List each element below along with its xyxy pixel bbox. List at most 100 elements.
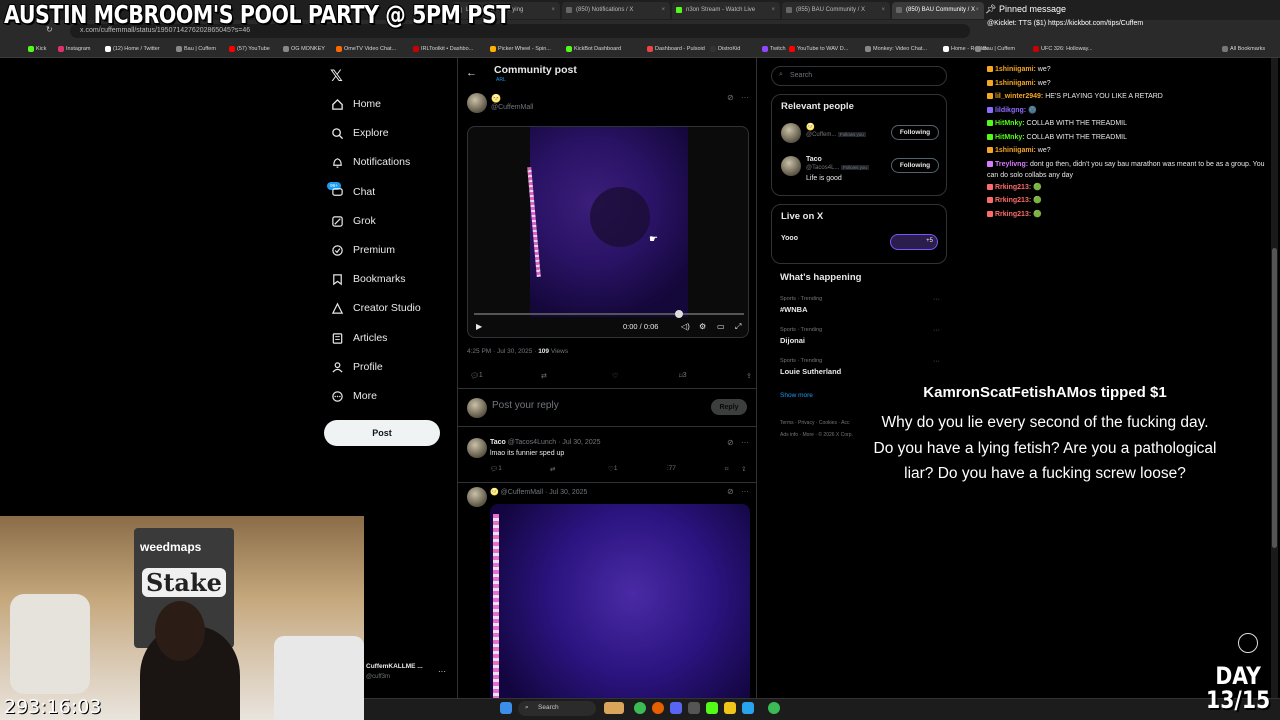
chat-username[interactable]: lildikgng: xyxy=(995,107,1026,114)
share-icon[interactable]: ⇪ xyxy=(746,372,752,380)
reply-author[interactable]: Taco @Tacos4Lunch · Jul 30, 2025 xyxy=(490,439,601,446)
bookmark-item[interactable]: Twitch xyxy=(762,46,786,52)
author-name[interactable]: 🌝 xyxy=(491,94,501,103)
bookmark-item[interactable]: Instagram xyxy=(58,46,90,52)
video-player[interactable]: ▶ 0:00 / 0:06 ◁) ⚙ ▭ ⤢ xyxy=(467,126,749,338)
back-arrow-icon[interactable]: ← xyxy=(466,67,477,79)
bookmark-item[interactable]: OmeTV Video Chat... xyxy=(336,46,396,52)
bookmark-item[interactable]: Bau | Cuffem xyxy=(975,46,1015,52)
search-input[interactable]: ⌕ Search xyxy=(771,66,947,86)
bookmark-item[interactable]: Bau | Cuffem xyxy=(176,46,216,52)
bookmark-item[interactable]: KickBot Dashboard xyxy=(566,46,621,52)
browser-tab-active[interactable]: (850) BAU Community / X × xyxy=(892,2,984,19)
live-avatars[interactable]: +5 xyxy=(890,234,938,250)
more-options-icon[interactable]: ··· xyxy=(741,438,749,447)
taskbar-app-icon[interactable] xyxy=(688,702,700,714)
more-options-icon[interactable]: ··· xyxy=(438,667,446,676)
chat-username[interactable]: HitMnky: xyxy=(995,134,1025,141)
taskbar-app-icon[interactable] xyxy=(604,702,624,714)
chat-username[interactable]: Rrking213: xyxy=(995,197,1031,204)
trend-item[interactable]: Sports · Trending Dijonai ··· xyxy=(780,327,940,345)
play-icon[interactable]: ▶ xyxy=(476,322,482,331)
bookmark-item[interactable]: Monkey: Video Chat... xyxy=(865,46,927,52)
browser-tab[interactable]: n3on Stream - Watch Live × xyxy=(672,2,780,19)
nav-item-creator-studio[interactable]: Creator Studio xyxy=(330,297,421,319)
video-progress-bar[interactable] xyxy=(474,310,744,318)
bookmark-item[interactable]: YouTube to WAV D... xyxy=(789,46,848,52)
bookmark-item[interactable]: UFC 326: Holloway... xyxy=(1033,46,1093,52)
more-options-icon[interactable]: ··· xyxy=(933,358,940,365)
more-options-icon[interactable]: ··· xyxy=(933,327,940,334)
reply-icon[interactable]: 💬︎ 1 xyxy=(470,372,483,380)
close-icon[interactable]: × xyxy=(551,7,555,13)
discord-icon[interactable] xyxy=(670,702,682,714)
reply-author[interactable]: 🌝 @CuffemMall · Jul 30, 2025 xyxy=(490,488,587,496)
x-logo-icon[interactable]: 𝕏 xyxy=(330,66,343,86)
bookmark-item[interactable]: (12) Home / Twitter xyxy=(105,46,160,52)
nav-item-home[interactable]: Home xyxy=(330,93,381,115)
community-name[interactable]: ARL xyxy=(496,77,506,83)
live-text[interactable]: Yooo xyxy=(781,235,798,242)
avatar[interactable] xyxy=(781,123,801,143)
taskbar-app-icon[interactable] xyxy=(652,702,664,714)
grok-icon[interactable]: ⊘ xyxy=(727,438,734,447)
chat-username[interactable]: HitMnky: xyxy=(995,120,1025,127)
grok-icon[interactable]: ⊘ xyxy=(727,93,734,102)
avatar[interactable] xyxy=(467,438,487,458)
close-icon[interactable]: × xyxy=(975,7,979,13)
taskbar-app-icon[interactable] xyxy=(742,702,754,714)
taskbar-app-icon[interactable] xyxy=(706,702,718,714)
all-bookmarks-button[interactable]: All Bookmarks xyxy=(1222,46,1265,52)
reply-input[interactable]: Post your reply xyxy=(492,400,559,411)
chat-username[interactable]: lil_winter2949: xyxy=(995,93,1043,100)
like-icon[interactable]: ♡ xyxy=(612,372,618,380)
chat-username[interactable]: 1shiniigami: xyxy=(995,147,1036,154)
nav-item-chat[interactable]: Chat xyxy=(330,181,375,203)
bookmark-item[interactable]: IRLToolkit • Dashbo... xyxy=(413,46,473,52)
person-row[interactable]: Taco @Tacos4L... Follows you Life is goo… xyxy=(781,156,939,186)
chrome-icon[interactable] xyxy=(768,702,780,714)
browser-tab[interactable]: (855) BAU Community / X × xyxy=(782,2,890,19)
nav-item-more[interactable]: More xyxy=(330,385,377,407)
chrome-icon[interactable] xyxy=(634,702,646,714)
show-more-link[interactable]: Show more xyxy=(780,392,813,399)
pip-icon[interactable]: ▭ xyxy=(717,322,725,331)
nav-item-explore[interactable]: Explore xyxy=(330,122,389,144)
scrollbar-thumb[interactable] xyxy=(1272,248,1277,548)
chat-username[interactable]: Rrking213: xyxy=(995,211,1031,218)
trend-item[interactable]: Sports · Trending Louie Sutherland ··· xyxy=(780,358,940,376)
reply-video[interactable] xyxy=(490,504,750,698)
page-scrollbar[interactable] xyxy=(1271,58,1278,698)
chat-username[interactable]: Rrking213: xyxy=(995,184,1031,191)
taskbar-search[interactable]: ⌕ Search xyxy=(518,701,596,716)
bookmark-item[interactable]: Picker Wheel - Spin... xyxy=(490,46,551,52)
close-icon[interactable]: × xyxy=(661,7,665,13)
browser-tab[interactable]: (850) Notifications / X × xyxy=(562,2,670,19)
settings-icon[interactable]: ⚙ xyxy=(699,322,706,331)
person-row[interactable]: 🌝 @Cuffem... Follows you Following xyxy=(781,123,939,153)
bookmark-item[interactable]: Dashboard - Pulsoid xyxy=(647,46,705,52)
nav-item-notifications[interactable]: Notifications xyxy=(330,151,410,173)
following-button[interactable]: Following xyxy=(891,125,939,140)
nav-item-bookmarks[interactable]: Bookmarks xyxy=(330,268,406,290)
bookmark-item[interactable]: OG MONKEY xyxy=(283,46,325,52)
account-name[interactable]: CuffemKALLME ... xyxy=(366,663,423,670)
like-icon[interactable]: ♡ 1 xyxy=(608,465,617,473)
windows-start-icon[interactable] xyxy=(500,702,512,714)
bookmark-item[interactable]: Kick xyxy=(28,46,46,52)
repost-icon[interactable]: ⇄ xyxy=(550,465,555,473)
post-button[interactable]: Post xyxy=(324,420,440,446)
footer-links[interactable]: Terms · Privacy · Cookies · Acc xyxy=(780,420,849,426)
avatar[interactable] xyxy=(781,156,801,176)
reply-button[interactable]: Reply xyxy=(711,399,747,415)
nav-item-articles[interactable]: Articles xyxy=(330,327,387,349)
progress-handle[interactable] xyxy=(675,310,683,318)
footer-links[interactable]: Ads info · More · © 2026 X Corp. xyxy=(780,432,853,438)
nav-item-grok[interactable]: Grok xyxy=(330,210,376,232)
close-icon[interactable]: × xyxy=(771,7,775,13)
nav-item-profile[interactable]: Profile xyxy=(330,356,383,378)
chat-username[interactable]: 1shiniigami: xyxy=(995,66,1036,73)
author-handle[interactable]: @CuffemMall xyxy=(491,104,533,111)
reply-icon[interactable]: 💬︎ 1 xyxy=(490,465,502,473)
file-explorer-icon[interactable] xyxy=(724,702,736,714)
